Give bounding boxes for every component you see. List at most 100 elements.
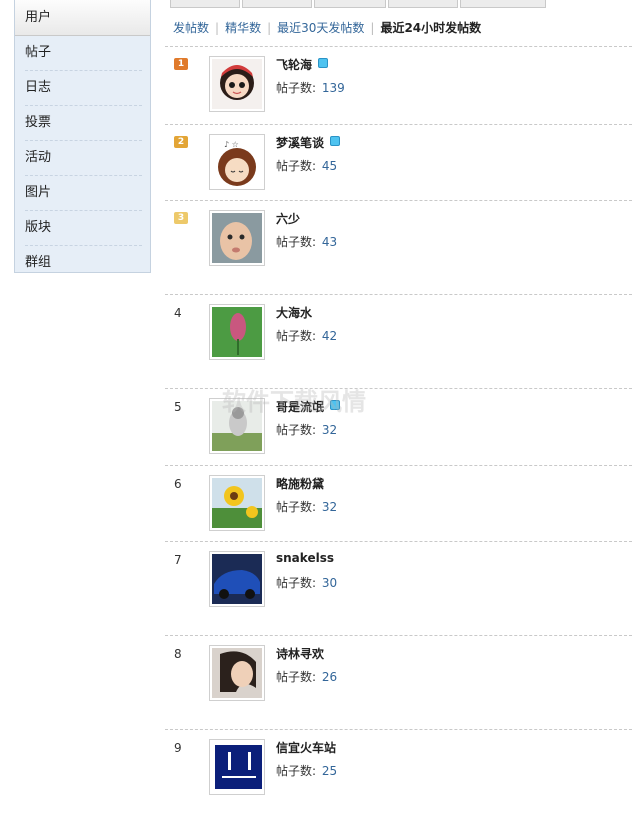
svg-text:♪ ☆: ♪ ☆	[224, 140, 239, 149]
avatar[interactable]	[209, 304, 265, 360]
ranking-filter-bar: 发帖数 | 精华数 | 最近30天发帖数 | 最近24小时发帖数	[173, 18, 481, 38]
post-count-value[interactable]: 25	[322, 764, 337, 778]
username: 大海水	[276, 306, 313, 320]
post-count-label: 帖子数:	[276, 576, 317, 590]
post-count-label: 帖子数:	[276, 423, 317, 437]
post-count-value[interactable]: 26	[322, 670, 337, 684]
username-link[interactable]: 略施粉黛	[276, 475, 324, 492]
post-count-label: 帖子数:	[276, 159, 317, 173]
post-count: 帖子数: 25	[276, 762, 337, 779]
rank-number: 5	[174, 400, 182, 414]
post-count-value[interactable]: 43	[322, 235, 337, 249]
rank-number: 4	[174, 306, 182, 320]
post-count: 帖子数: 42	[276, 327, 337, 344]
avatar-image: ♪ ☆	[212, 137, 262, 187]
avatar-image	[212, 554, 262, 604]
filter-24-hours[interactable]: 最近24小时发帖数	[380, 21, 481, 35]
username-link[interactable]: 六少	[276, 210, 300, 227]
username-link[interactable]: 大海水	[276, 304, 312, 321]
tab-stub[interactable]	[460, 0, 546, 8]
table-row: 8 诗林寻欢 帖子数: 26	[165, 635, 632, 729]
avatar[interactable]	[209, 739, 265, 795]
username: 梦溪笔谈	[276, 136, 325, 150]
post-count-value[interactable]: 139	[322, 81, 345, 95]
username-link[interactable]: 哥是流氓	[276, 398, 341, 415]
username-link[interactable]: 信宜火车站	[276, 739, 336, 756]
table-row: 6 略施粉黛 帖子数: 32	[165, 465, 632, 541]
sidebar-item-events[interactable]: 活动	[25, 141, 142, 176]
post-count: 帖子数: 32	[276, 421, 337, 438]
table-row: 1 飞轮海 帖子数: 139	[165, 46, 632, 124]
rank-badge: 2	[174, 136, 188, 148]
username-link[interactable]: snakelss	[276, 551, 334, 565]
vip-icon	[318, 58, 329, 68]
table-row: 4 大海水 帖子数: 42	[165, 294, 632, 388]
post-count-label: 帖子数:	[276, 764, 317, 778]
avatar[interactable]: ♪ ☆	[209, 134, 265, 190]
tab-stub[interactable]	[242, 0, 312, 8]
filter-post-count[interactable]: 发帖数	[173, 21, 209, 35]
post-count-label: 帖子数:	[276, 500, 317, 514]
filter-separator: |	[267, 21, 272, 35]
username: 六少	[276, 212, 301, 226]
post-count-value[interactable]: 32	[322, 423, 337, 437]
username: 略施粉黛	[276, 477, 325, 491]
rank-number: 6	[174, 477, 182, 491]
table-row: 5 哥是流氓 帖子数: 32	[165, 388, 632, 465]
username-link[interactable]: 梦溪笔谈	[276, 134, 341, 151]
rank-number: 7	[174, 553, 182, 567]
post-count-label: 帖子数:	[276, 329, 317, 343]
sidebar-item-pictures[interactable]: 图片	[25, 176, 142, 211]
tab-stub[interactable]	[314, 0, 386, 8]
post-count-value[interactable]: 45	[322, 159, 337, 173]
avatar[interactable]	[209, 475, 265, 531]
sidebar-item-forums[interactable]: 版块	[25, 211, 142, 246]
rank-badge: 3	[174, 212, 188, 224]
sidebar-item-blogs[interactable]: 日志	[25, 71, 142, 106]
username: 哥是流氓	[276, 400, 325, 414]
post-count-label: 帖子数:	[276, 670, 317, 684]
vip-icon	[330, 136, 341, 146]
sidebar-header: 用户	[15, 0, 150, 36]
username: 诗林寻欢	[276, 647, 325, 661]
filter-separator: |	[370, 21, 375, 35]
post-count-value[interactable]: 32	[322, 500, 337, 514]
sidebar-item-posts[interactable]: 帖子	[25, 36, 142, 71]
avatar[interactable]	[209, 210, 265, 266]
post-count: 帖子数: 139	[276, 79, 345, 96]
sidebar-item-groups[interactable]: 群组	[25, 246, 142, 280]
post-count-value[interactable]: 30	[322, 576, 337, 590]
avatar[interactable]	[209, 645, 265, 701]
filter-digest-count[interactable]: 精华数	[225, 21, 261, 35]
avatar-image	[212, 648, 262, 698]
table-row: 7 snakelss 帖子数: 30	[165, 541, 632, 635]
table-row: 3 六少 帖子数: 43	[165, 200, 632, 294]
post-count: 帖子数: 45	[276, 157, 337, 174]
vip-icon	[330, 400, 341, 410]
filter-30-days[interactable]: 最近30天发帖数	[277, 21, 364, 35]
username-link[interactable]: 诗林寻欢	[276, 645, 324, 662]
username: 信宜火车站	[276, 741, 337, 755]
post-count: 帖子数: 32	[276, 498, 337, 515]
avatar-image	[212, 742, 262, 792]
sidebar-item-polls[interactable]: 投票	[25, 106, 142, 141]
tab-stub[interactable]	[388, 0, 458, 8]
rank-badge: 1	[174, 58, 188, 70]
table-row: 9 信宜火车站 帖子数: 25	[165, 729, 632, 820]
avatar[interactable]	[209, 551, 265, 607]
post-count-value[interactable]: 42	[322, 329, 337, 343]
avatar-image	[212, 59, 262, 109]
avatar[interactable]	[209, 398, 265, 454]
username: 飞轮海	[276, 58, 313, 72]
username: snakelss	[276, 551, 334, 565]
ranking-list: 1 飞轮海 帖子数: 139 2 ♪ ☆ 梦溪笔谈 帖子数: 45 3 六少 帖…	[165, 46, 632, 820]
tab-stub[interactable]	[170, 0, 240, 8]
username-link[interactable]: 飞轮海	[276, 56, 329, 73]
avatar-image	[212, 307, 262, 357]
avatar-image	[212, 401, 262, 451]
post-count: 帖子数: 43	[276, 233, 337, 250]
avatar-image	[212, 478, 262, 528]
avatar[interactable]	[209, 56, 265, 112]
avatar-image	[212, 213, 262, 263]
sidebar: 用户 帖子 日志 投票 活动 图片 版块 群组	[14, 0, 151, 273]
